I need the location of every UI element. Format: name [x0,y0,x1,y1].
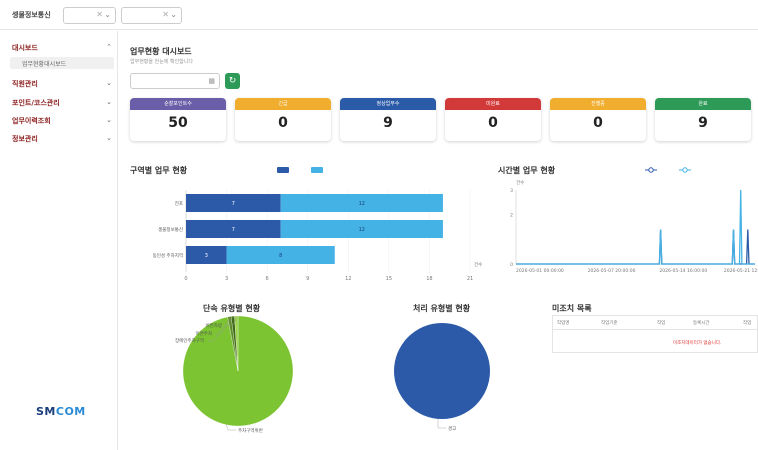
legend-marker [648,167,654,173]
x-tick-label: 2026-05-01 00:00:00 [516,268,564,274]
y-unit-label: 건수 [516,179,524,186]
x-tick-label: 9 [306,276,309,282]
bar-value-label: 8 [279,253,282,259]
x-unit-label: 건수 [474,261,482,268]
legend-marker [682,167,688,173]
column-header[interactable]: 작업 [657,320,665,326]
x-tick-label: 2026-05-14 16:00:00 [659,268,707,274]
leader-line [437,419,446,429]
time-line-chart: 건수3 2 02026-05-01 00:00:00 2026-05-07 20:00… [510,167,758,274]
bar-value-label: 7 [232,227,235,233]
pie-slice [394,323,490,419]
bar-value-label: 12 [359,201,365,207]
slice-label: 비번차량 [205,322,222,329]
x-tick-label: 6 [266,276,269,282]
x-tick-label: 2026-05-21 12:00:00 [724,268,758,274]
column-header[interactable]: 작업기준 [601,320,618,326]
slice-label: 경고 [448,425,456,432]
y-tick-label: 2 [510,213,513,219]
unresolved-table: 작업명 작업기준 작업 등록시간 작업 미조치데이터가 없습니다. [552,315,758,353]
x-tick-label: 21 [467,276,473,282]
bar-value-label: 7 [232,201,235,207]
slice-label: 이면주차 [195,330,212,337]
series-line [516,229,755,265]
bar-value-label: 3 [205,253,208,259]
x-tick-label: 18 [426,276,432,282]
category-label: 셍물정보통신 [158,226,183,233]
series-line [516,189,755,265]
process-pie-chart: 경고 [394,323,490,432]
table-header: 작업명 작업기준 작업 등록시간 작업 [553,316,758,330]
x-tick-label: 15 [386,276,392,282]
charts-canvas: 0 3 6 9 12 15 18 21건수전포 7 12셍물정보통신 7 12동인성 주차지역 3 8 건… [153,167,758,434]
y-tick-label: 0 [510,262,513,268]
empty-message: 미조치데이터가 없습니다. [673,341,722,346]
column-header[interactable]: 작업명 [557,320,569,326]
bar-value-label: 12 [359,227,365,233]
x-tick-label: 0 [184,276,187,282]
x-tick-label: 2026-05-07 20:00:00 [588,268,636,274]
category-label: 전포 [175,200,183,207]
area-bar-chart: 0 3 6 9 12 15 18 21 건수 전포 7 12 셍물정보통신 7 12 동인성 주차지역 3 8 [153,190,482,282]
violation-pie-chart: 주차구역위반 비번차량이면주차장애인주차구역 [175,315,294,434]
x-tick-label: 12 [345,276,351,282]
category-label: 동인성 주차지역 [153,252,183,259]
x-tick-label: 3 [225,276,228,282]
slice-label: 주차구역위반 [238,427,263,434]
column-header[interactable]: 작업 [743,320,751,326]
column-header[interactable]: 등록시간 [693,320,710,326]
y-tick-label: 3 [510,188,513,194]
slice-label: 장애인주차구역 [175,337,204,344]
